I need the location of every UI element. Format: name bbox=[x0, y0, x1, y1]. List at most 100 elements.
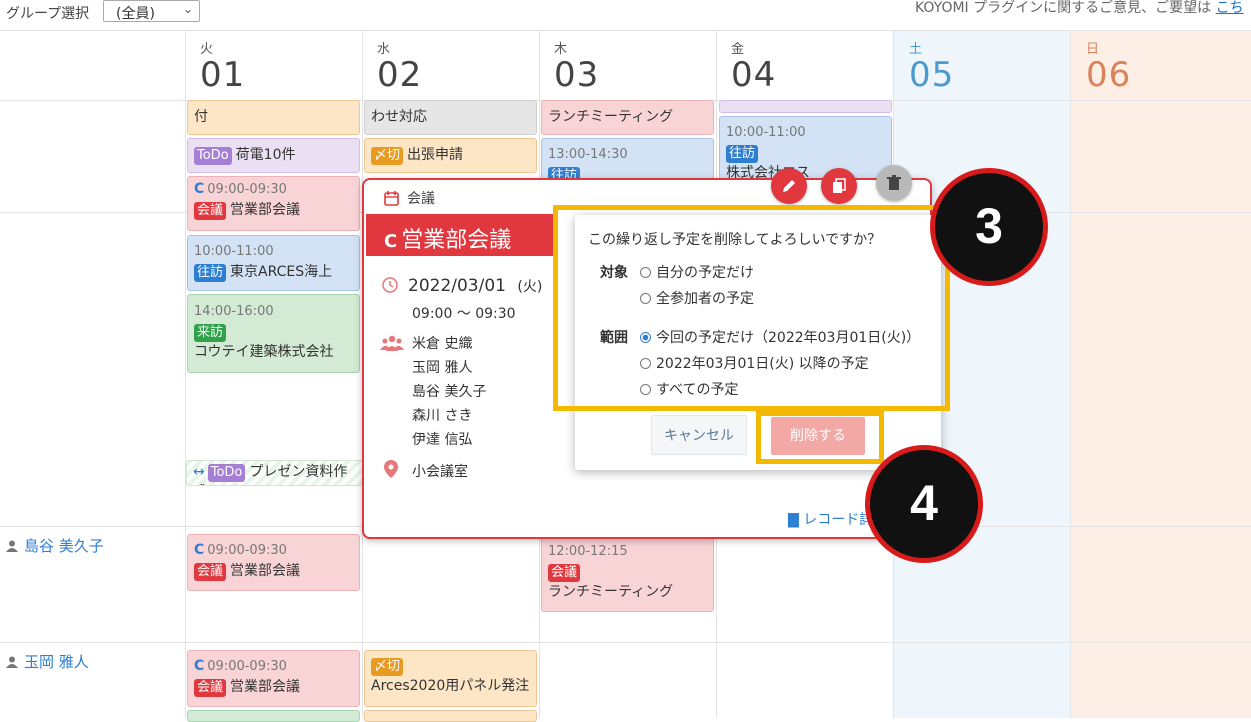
event-card[interactable]: わせ対応 bbox=[364, 100, 537, 135]
delete-button[interactable] bbox=[876, 165, 912, 201]
event-time: 12:00-12:15 bbox=[548, 544, 628, 559]
record-detail-link-text: レコード詳 bbox=[803, 512, 874, 528]
event-title: 荷電10件 bbox=[235, 147, 296, 163]
event-title: わせ対応 bbox=[371, 109, 427, 125]
event-card[interactable] bbox=[187, 710, 360, 722]
event-card[interactable]: C 09:00-09:30 会議 営業部会議 bbox=[187, 176, 360, 231]
popup-weekday: (火) bbox=[517, 279, 543, 295]
event-tag: 〆切 bbox=[371, 658, 404, 676]
person-name: 玉岡 雅人 bbox=[24, 653, 89, 671]
event-card[interactable]: C 09:00-09:30 会議 営業部会議 bbox=[187, 650, 360, 707]
attendee: 玉岡 雅人 bbox=[412, 360, 473, 376]
event-time: 10:00-11:00 bbox=[726, 125, 806, 140]
event-tag: 会議 bbox=[194, 679, 227, 697]
event-card[interactable]: 10:00-11:00 往訪 株式会社エス bbox=[719, 116, 892, 180]
popup-date: 2022/03/01 (火) bbox=[382, 276, 542, 296]
day-number: 02 bbox=[377, 55, 423, 95]
group-select[interactable]: (全員) ⌄ bbox=[103, 0, 200, 22]
day-header-wed: 水 02 bbox=[377, 38, 422, 95]
grid-line bbox=[1070, 30, 1071, 718]
edit-button[interactable] bbox=[771, 168, 807, 204]
attendee: 森川 さき bbox=[412, 408, 473, 424]
grid-line bbox=[185, 30, 186, 718]
day-number: 03 bbox=[554, 55, 600, 95]
repeat-icon: C bbox=[194, 542, 205, 558]
step-badge-3: 3 bbox=[930, 168, 1048, 286]
feedback-link[interactable]: こち bbox=[1216, 0, 1244, 16]
popup-title-bar: C 営業部会議 bbox=[366, 214, 554, 256]
sunday-column bbox=[1071, 30, 1251, 718]
event-title: 営業部会議 bbox=[230, 679, 301, 695]
day-header-tue: 火 01 bbox=[200, 38, 245, 95]
grid-line bbox=[0, 30, 1251, 31]
event-tag: 会議 bbox=[194, 563, 227, 581]
event-card[interactable]: ToDo 荷電10件 bbox=[187, 138, 360, 173]
repeat-icon: C bbox=[194, 658, 205, 674]
calendar-icon bbox=[384, 191, 399, 206]
event-title: ランチミーティング bbox=[548, 109, 674, 125]
popup-title: 営業部会議 bbox=[401, 228, 512, 253]
grid-line bbox=[0, 642, 1251, 643]
span-arrow-icon: ↔ bbox=[193, 464, 205, 480]
event-time: 10:00-11:00 bbox=[194, 244, 274, 259]
event-tag: 会議 bbox=[548, 564, 581, 582]
repeat-icon: C bbox=[194, 181, 205, 197]
copy-button[interactable] bbox=[821, 168, 857, 204]
event-title: 営業部会議 bbox=[230, 563, 301, 579]
day-header-thu: 木 03 bbox=[554, 38, 599, 95]
chevron-down-icon: ⌄ bbox=[182, 2, 193, 16]
popup-time: 09:00 ～ 09:30 bbox=[412, 306, 516, 322]
event-card[interactable] bbox=[364, 710, 537, 722]
event-tag: 往訪 bbox=[194, 264, 227, 282]
location-icon bbox=[384, 460, 398, 478]
event-title: ランチミーティング bbox=[548, 584, 674, 600]
event-time: 14:00-16:00 bbox=[194, 304, 274, 319]
pencil-icon bbox=[783, 180, 795, 192]
person-icon bbox=[6, 656, 18, 668]
day-number: 01 bbox=[200, 55, 246, 95]
event-card[interactable]: 10:00-11:00 往訪 東京ARCES海上 bbox=[187, 235, 360, 291]
day-number: 05 bbox=[909, 55, 955, 95]
person-row-label[interactable]: 島谷 美久子 bbox=[6, 535, 104, 556]
attendee: 島谷 美久子 bbox=[412, 384, 487, 400]
popup-category: 会議 bbox=[384, 188, 435, 208]
people-icon bbox=[380, 335, 404, 351]
document-icon: ▇ bbox=[788, 512, 799, 528]
event-time: 09:00-09:30 bbox=[207, 659, 287, 674]
person-row-label[interactable]: 玉岡 雅人 bbox=[6, 651, 89, 672]
event-card[interactable]: C 09:00-09:30 会議 営業部会議 bbox=[187, 534, 360, 591]
highlight-box-options bbox=[553, 205, 950, 411]
day-header-fri: 金 04 bbox=[731, 38, 776, 95]
event-card[interactable] bbox=[719, 100, 892, 113]
event-card[interactable]: 〆切 出張申請 bbox=[364, 138, 537, 173]
day-number: 06 bbox=[1086, 55, 1132, 95]
event-card[interactable]: 14:00-16:00 来訪 コウテイ建築株式会社 bbox=[187, 294, 360, 373]
cancel-button[interactable]: キャンセル bbox=[651, 415, 747, 455]
popup-attendees: 米倉 史織 玉岡 雅人 島谷 美久子 森川 さき 伊達 信弘 bbox=[412, 332, 486, 452]
day-number: 04 bbox=[731, 55, 777, 95]
event-card[interactable]: 〆切 Arces2020用パネル発注 bbox=[364, 650, 537, 707]
clock-icon bbox=[382, 277, 398, 293]
event-card[interactable]: ランチミーティング bbox=[541, 100, 714, 135]
person-icon bbox=[6, 540, 18, 552]
event-card[interactable]: 12:00-12:15 会議 ランチミーティング bbox=[541, 537, 714, 612]
event-card[interactable]: 付 bbox=[187, 100, 360, 135]
attendee: 米倉 史織 bbox=[412, 336, 473, 352]
event-title: Arces2020用パネル発注 bbox=[371, 678, 530, 694]
popup-category-text: 会議 bbox=[407, 191, 435, 207]
highlight-box-delete bbox=[756, 411, 884, 464]
event-title: コウテイ建築株式会社 bbox=[194, 344, 334, 360]
trash-icon bbox=[887, 175, 901, 190]
event-card[interactable]: 13:00-14:30 往訪 bbox=[541, 138, 714, 183]
group-select-value: (全員) bbox=[116, 6, 155, 22]
event-tag: ToDo bbox=[194, 147, 232, 165]
person-name: 島谷 美久子 bbox=[24, 537, 104, 555]
repeat-icon: C bbox=[384, 231, 398, 252]
day-header-sun: 日 06 bbox=[1086, 38, 1131, 95]
event-title: 東京ARCES海上 bbox=[230, 264, 333, 280]
record-detail-link[interactable]: ▇ レコード詳 bbox=[788, 509, 873, 529]
event-tag: 往訪 bbox=[726, 145, 759, 163]
event-tag: 〆切 bbox=[371, 147, 404, 165]
multiday-event[interactable]: ↔ToDoプレゼン資料作成 bbox=[186, 460, 366, 486]
popup-location: 小会議室 bbox=[412, 464, 468, 480]
